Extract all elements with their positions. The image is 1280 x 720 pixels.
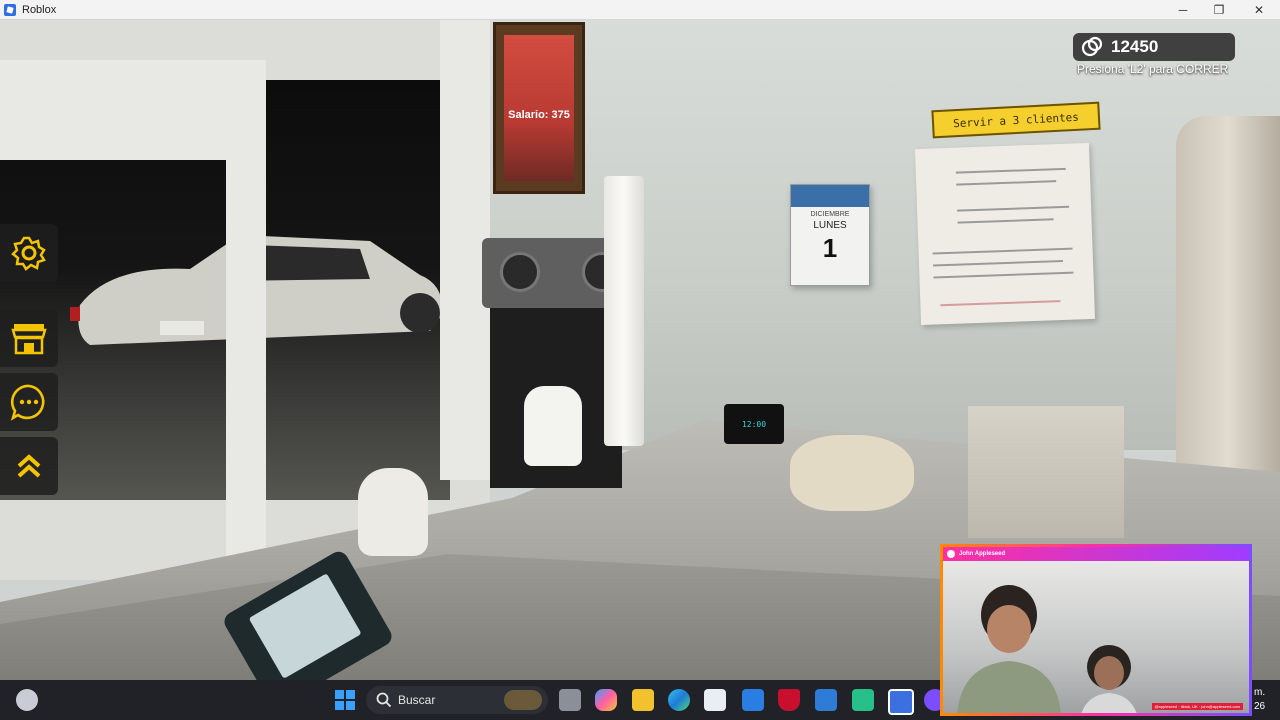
file-explorer-icon[interactable] <box>632 689 654 711</box>
microsoft-store-icon[interactable] <box>704 689 726 711</box>
copilot-icon[interactable] <box>595 689 617 711</box>
coins-icon <box>1081 36 1103 57</box>
run-hint: Presiona 'L2' para CORRER <box>1077 62 1229 76</box>
webcam-person-left <box>957 585 1061 713</box>
clock-line-2: 26 <box>1254 701 1266 712</box>
search-icon <box>376 692 392 708</box>
webcam-name-bar: John Appleseed <box>943 547 1249 561</box>
task-view-icon[interactable] <box>559 689 581 711</box>
mcafee-icon[interactable] <box>778 689 800 711</box>
taskbar-clock[interactable]: m. 26 <box>1254 686 1265 714</box>
digital-clock: 12:00 <box>724 404 784 444</box>
window-transom <box>0 60 230 160</box>
money-amount: 12450 <box>1111 37 1159 56</box>
settings-button[interactable] <box>0 224 58 282</box>
calendar-weekday: LUNES <box>813 220 847 231</box>
maximize-button[interactable]: ❐ <box>1200 0 1238 19</box>
poster-salary: Salario: 375 <box>508 109 570 121</box>
webcam-name: John Appleseed <box>959 551 1006 557</box>
minimize-button[interactable]: ─ <box>1164 0 1202 19</box>
roblox-app-icon <box>4 3 16 16</box>
design-app-icon[interactable] <box>742 689 764 711</box>
webcam-overlay: John Appleseed @appleseed · tiktok, UK ·… <box>940 544 1252 716</box>
webcam-person-right <box>1081 645 1137 713</box>
calendar-month: DICIEMBRE <box>810 211 850 218</box>
tortilla-warmer[interactable] <box>968 406 1124 538</box>
coffee-carafe <box>524 386 582 466</box>
chat-icon <box>10 384 45 421</box>
whatsapp-icon[interactable] <box>852 689 874 711</box>
taskbar-search[interactable]: Buscar <box>366 686 548 714</box>
gear-icon <box>11 236 46 271</box>
clock-line-1: m. <box>1254 687 1266 698</box>
cup-stack[interactable] <box>604 176 644 446</box>
chat-button[interactable] <box>0 373 58 431</box>
shop-icon <box>11 324 47 355</box>
webcam-credit: @appleseed · tiktok, UK · john@appleseed… <box>1151 703 1243 710</box>
double-chevron-up-icon <box>17 454 41 478</box>
start-menu-icon[interactable] <box>334 689 356 711</box>
coffee-machine[interactable] <box>490 308 622 488</box>
metal-container <box>1176 116 1280 496</box>
expand-menu-button[interactable] <box>0 437 58 495</box>
webcam-avatar-icon <box>947 550 955 558</box>
shop-button[interactable] <box>0 309 58 367</box>
calendar-day-number: 1 <box>822 233 838 263</box>
edge-browser-icon[interactable] <box>668 689 690 711</box>
search-label: Buscar <box>398 693 436 707</box>
mail-icon[interactable] <box>815 689 837 711</box>
window-mullion <box>226 60 266 580</box>
money-display: 12450 <box>1073 33 1235 61</box>
instructions-notice <box>914 143 1096 325</box>
water-jug[interactable] <box>358 468 428 556</box>
window-title: Roblox <box>22 3 57 16</box>
employee-poster: Salario: 375 <box>493 22 585 194</box>
tortilla-stack[interactable] <box>790 435 914 511</box>
window-titlebar: Roblox ─ ❐ ✕ <box>0 0 1280 20</box>
weather-icon[interactable] <box>16 689 38 711</box>
search-highlight-icon <box>504 690 542 710</box>
wall-calendar: DICIEMBRE LUNES 1 <box>790 184 870 286</box>
roblox-taskbar-icon[interactable] <box>888 689 914 715</box>
clock-time: 12:00 <box>741 419 767 429</box>
close-button[interactable]: ✕ <box>1240 0 1278 19</box>
